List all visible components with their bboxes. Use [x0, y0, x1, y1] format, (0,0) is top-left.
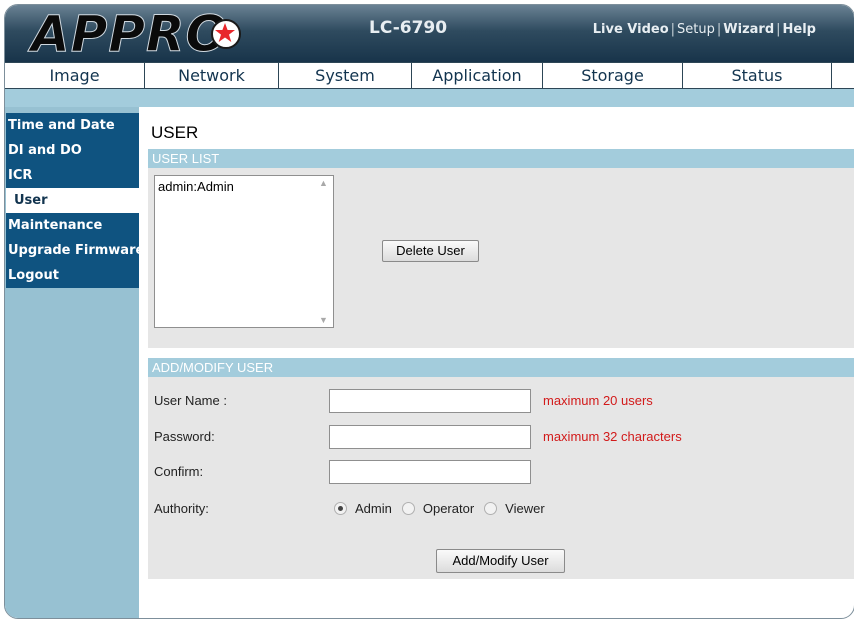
- wizard-link[interactable]: Wizard: [723, 22, 774, 37]
- tab-image[interactable]: Image: [5, 63, 145, 88]
- authority-radio-group: Admin Operator Viewer: [334, 501, 545, 516]
- tab-status[interactable]: Status: [683, 63, 832, 88]
- sidebar-item-user[interactable]: User: [6, 188, 139, 213]
- main-content: USER USER LIST admin:Admin ▲ ▼ Delete Us…: [145, 107, 854, 618]
- tab-application[interactable]: Application: [412, 63, 543, 88]
- list-item[interactable]: admin:Admin: [158, 179, 234, 194]
- logo-text: APPRO: [31, 5, 229, 64]
- password-label: Password:: [154, 429, 215, 444]
- sidebar-menu: Time and Date DI and DO ICR User Mainten…: [6, 113, 144, 288]
- password-hint: maximum 32 characters: [543, 429, 682, 444]
- username-hint: maximum 20 users: [543, 393, 653, 408]
- sidebar-item-icr[interactable]: ICR: [6, 163, 139, 188]
- password-input[interactable]: [329, 425, 531, 449]
- header-bar: APPRO LC-6790 Live Video | Setup | Wizard | He…: [5, 5, 854, 64]
- confirm-label: Confirm:: [154, 464, 204, 479]
- radio-viewer-label: Viewer: [505, 501, 545, 516]
- sidebar-item-di-and-do[interactable]: DI and DO: [6, 138, 139, 163]
- authority-label: Authority:: [154, 501, 209, 516]
- username-input[interactable]: [329, 389, 531, 413]
- add-modify-user-button[interactable]: Add/Modify User: [436, 549, 565, 573]
- sidebar-item-time-and-date[interactable]: Time and Date: [6, 113, 139, 138]
- scroll-down-icon[interactable]: ▼: [319, 315, 328, 325]
- delete-user-button[interactable]: Delete User: [382, 240, 479, 262]
- sidebar-item-maintenance[interactable]: Maintenance: [6, 213, 139, 238]
- model-name: LC-6790: [369, 18, 448, 38]
- radio-viewer[interactable]: [484, 502, 498, 515]
- user-listbox[interactable]: admin:Admin ▲ ▼: [154, 175, 334, 328]
- red-star-icon: [211, 19, 241, 49]
- live-video-link[interactable]: Live Video: [593, 22, 669, 37]
- radio-admin-label: Admin: [355, 501, 392, 516]
- confirm-password-input[interactable]: [329, 460, 531, 484]
- main-nav-tabs: Image Network System Application Storage…: [5, 62, 854, 89]
- user-list-header: USER LIST: [148, 149, 854, 168]
- sidebar-item-logout[interactable]: Logout: [6, 263, 139, 288]
- page-title: USER: [151, 123, 199, 142]
- add-modify-user-panel: User Name : maximum 20 users Password: m…: [148, 377, 854, 579]
- tab-storage[interactable]: Storage: [543, 63, 683, 88]
- listbox-scrollbar[interactable]: ▲ ▼: [316, 176, 333, 327]
- sidebar: Time and Date DI and DO ICR User Mainten…: [5, 107, 144, 618]
- top-links: Live Video | Setup | Wizard | Help: [592, 22, 816, 37]
- sidebar-item-upgrade-firmware[interactable]: Upgrade Firmware: [6, 238, 144, 263]
- scroll-up-icon[interactable]: ▲: [319, 178, 328, 188]
- tab-network[interactable]: Network: [145, 63, 279, 88]
- add-modify-user-header: ADD/MODIFY USER: [148, 358, 854, 377]
- nav-divider-band: [5, 89, 854, 107]
- username-label: User Name :: [154, 393, 227, 408]
- tab-system[interactable]: System: [279, 63, 412, 88]
- user-list-panel: admin:Admin ▲ ▼ Delete User: [148, 168, 854, 348]
- radio-operator-label: Operator: [422, 501, 475, 516]
- setup-link[interactable]: Setup: [677, 22, 715, 37]
- radio-admin[interactable]: [334, 502, 347, 515]
- page-frame: APPRO LC-6790 Live Video | Setup | Wizard | He…: [4, 4, 854, 619]
- help-link[interactable]: Help: [783, 22, 816, 37]
- radio-operator[interactable]: [401, 502, 415, 515]
